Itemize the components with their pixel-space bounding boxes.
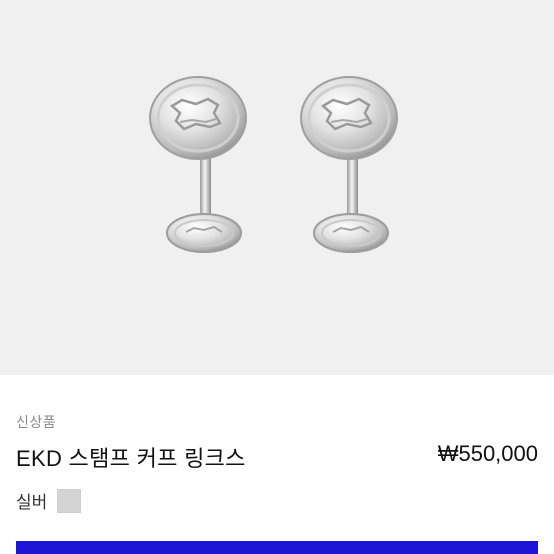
- product-price: ₩550,000: [437, 441, 538, 466]
- product-image[interactable]: [0, 0, 554, 375]
- product-title: EKD 스탬프 커프 링크스: [16, 446, 246, 471]
- color-selector: 실버: [16, 488, 82, 513]
- cufflink-left: [149, 76, 247, 253]
- cufflinks-illustration: [149, 76, 398, 253]
- color-swatch-silver[interactable]: [57, 488, 82, 513]
- new-arrival-badge: 신상품: [16, 414, 57, 430]
- product-info: 신상품 EKD 스탬프 커프 링크스 ₩550,000 실버: [0, 375, 554, 554]
- cufflink-right: [300, 76, 398, 253]
- color-label: 실버: [16, 493, 48, 512]
- product-page: 신상품 EKD 스탬프 커프 링크스 ₩550,000 실버: [0, 0, 554, 554]
- purchase-button[interactable]: [16, 541, 538, 554]
